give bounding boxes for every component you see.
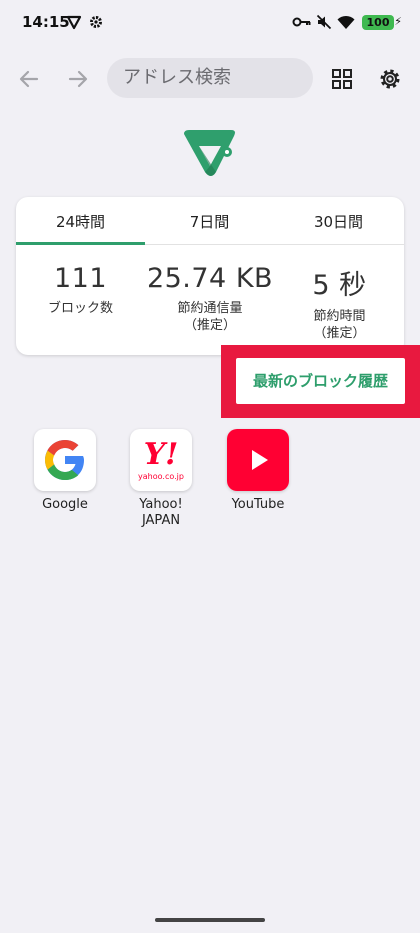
status-bar: 14:15 100 ⚡ [0,0,420,44]
browser-toolbar: アドレス検索 [0,56,420,102]
app-logo [184,130,235,176]
stat-sublabel: （推定） [183,318,236,333]
stat-value: 111 [53,263,108,294]
arrow-right-icon [68,70,88,88]
shortcut-google[interactable]: Google [32,429,98,513]
stat-label: 節約通信量 [177,301,243,316]
wifi-icon [337,15,355,29]
charging-icon: ⚡ [394,15,402,28]
stat-label: ブロック数 [47,301,113,316]
tabs-button[interactable] [325,62,359,96]
arrow-left-icon [19,70,39,88]
period-tabs: 24時間 7日間 30日間 [16,197,404,245]
yahoo-logo-subtext: yahoo.co.jp [138,471,184,481]
selected-tab-indicator [16,242,145,245]
forward-button[interactable] [61,62,95,96]
youtube-icon [227,429,289,491]
tab-7-days[interactable]: 7日間 [145,197,274,245]
yahoo-japan-icon: Y! yahoo.co.jp [130,429,192,491]
shortcut-yahoo-japan[interactable]: Y! yahoo.co.jp Yahoo! JAPAN [128,429,194,529]
mute-icon [316,14,332,30]
shortcut-label: Yahoo! JAPAN [139,497,183,528]
shortcut-label: YouTube [231,497,285,512]
stat-data-saved: 25.74 KB 節約通信量 （推定） [145,263,275,334]
gear-icon [380,69,400,89]
stat-sublabel: （推定） [313,326,366,341]
tab-30-days[interactable]: 30日間 [274,197,403,245]
address-search-input[interactable]: アドレス検索 [107,58,313,98]
stat-block-count: 111 ブロック数 [16,263,145,317]
vpn-shield-icon [66,15,82,30]
settings-notification-icon [90,16,102,28]
home-indicator[interactable] [155,918,265,922]
google-icon [34,429,96,491]
grid-icon [332,69,352,89]
stat-value: 5 秒 [312,270,367,301]
battery-indicator: 100 [362,15,394,30]
shortcut-label: Google [42,497,88,512]
block-stats-card: 24時間 7日間 30日間 111 ブロック数 25.74 KB 節約通信量 （… [16,197,404,355]
yahoo-logo-text: Y! [143,436,179,472]
shortcut-youtube[interactable]: YouTube [225,429,291,513]
latest-block-history-button[interactable]: 最新のブロック履歴 [236,358,405,404]
settings-button[interactable] [373,62,407,96]
stat-time-saved: 5 秒 節約時間 （推定） [275,263,404,342]
tab-24-hours[interactable]: 24時間 [16,197,145,245]
stat-label: 節約時間 [313,309,366,324]
back-button[interactable] [12,62,46,96]
stat-value: 25.74 KB [146,263,274,294]
status-time: 14:15 [22,13,70,31]
key-icon [292,17,311,27]
